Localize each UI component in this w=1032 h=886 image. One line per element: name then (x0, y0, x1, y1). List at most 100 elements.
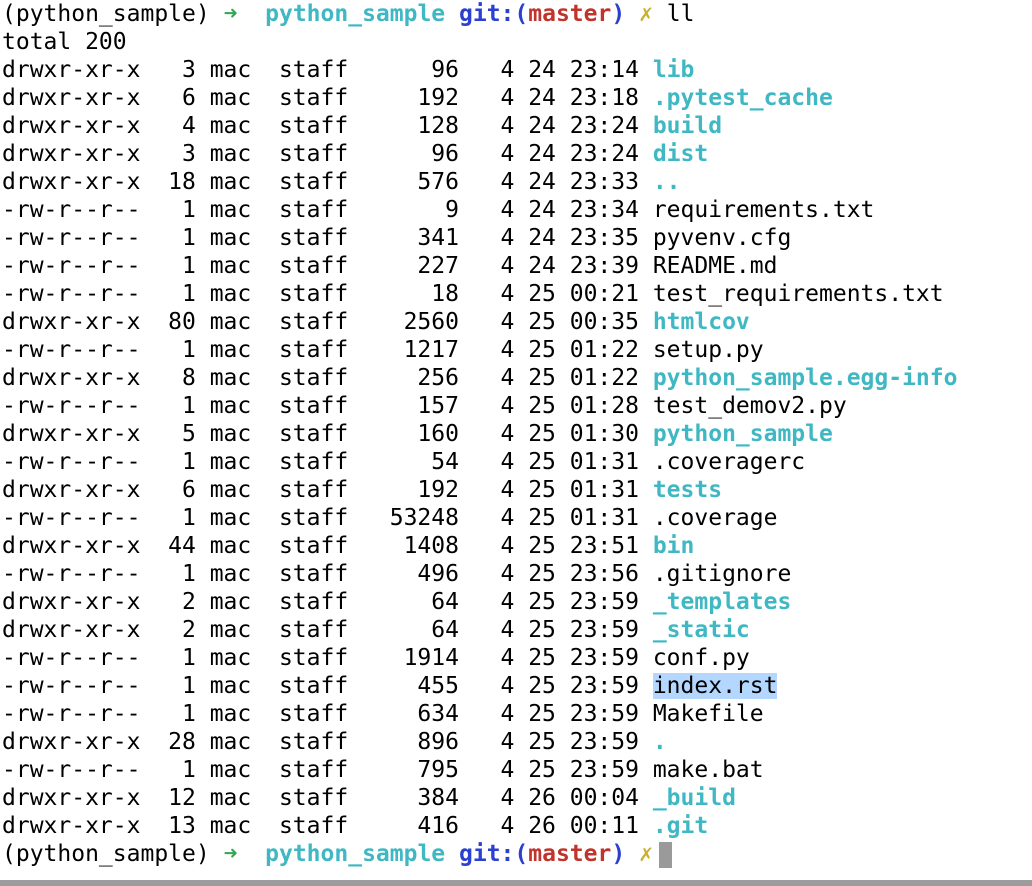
file-name: make.bat (652, 757, 764, 783)
listing-row: drwxr-xr-x 13 mac staff 416 4 26 00:11 .… (2, 812, 1032, 840)
directory-name: python_sample (652, 421, 833, 447)
listing-meta: drwxr-xr-x 6 mac staff 192 4 24 23:18 (2, 85, 653, 111)
listing-meta: drwxr-xr-x 18 mac staff 576 4 24 23:33 (2, 169, 653, 195)
prompt-dirty-icon: ✗ (639, 1, 653, 27)
file-name: index.rst (652, 673, 778, 699)
listing-row: drwxr-xr-x 3 mac staff 96 4 24 23:24 dis… (2, 140, 1032, 168)
directory-name: dist (652, 141, 709, 167)
file-name: test_demov2.py (652, 393, 847, 419)
prompt-git-close: ) (611, 841, 626, 867)
file-name: .coverage (652, 505, 778, 531)
directory-name: . (652, 729, 667, 755)
directory-name: _templates (652, 589, 792, 615)
listing-meta: -rw-r--r-- 1 mac staff 1914 4 25 23:59 (2, 645, 653, 671)
listing-row: drwxr-xr-x 2 mac staff 64 4 25 23:59 _st… (2, 616, 1032, 644)
listing-meta: drwxr-xr-x 8 mac staff 256 4 25 01:22 (2, 365, 653, 391)
listing-row: drwxr-xr-x 4 mac staff 128 4 24 23:24 bu… (2, 112, 1032, 140)
listing-meta: drwxr-xr-x 3 mac staff 96 4 24 23:14 (2, 57, 653, 83)
directory-name: lib (652, 57, 695, 83)
listing-meta: drwxr-xr-x 5 mac staff 160 4 25 01:30 (2, 421, 653, 447)
total-line: total 200 (2, 29, 127, 55)
listing-meta: drwxr-xr-x 3 mac staff 96 4 24 23:24 (2, 141, 653, 167)
listing-row: drwxr-xr-x 6 mac staff 192 4 24 23:18 .p… (2, 84, 1032, 112)
terminal-output[interactable]: (python_sample) ➜ python_sample git:(mas… (2, 0, 1032, 868)
directory-name: python_sample.egg-info (652, 365, 958, 391)
prompt-cwd: (python_sample) (2, 1, 210, 27)
listing-row: -rw-r--r-- 1 mac staff 795 4 25 23:59 ma… (2, 756, 1032, 784)
listing-meta: drwxr-xr-x 13 mac staff 416 4 26 00:11 (2, 813, 653, 839)
listing-row: -rw-r--r-- 1 mac staff 634 4 25 23:59 Ma… (2, 700, 1032, 728)
listing-row: -rw-r--r-- 1 mac staff 455 4 25 23:59 in… (2, 672, 1032, 700)
prompt-arrow-icon: ➜ (223, 841, 238, 867)
listing-row: -rw-r--r-- 1 mac staff 18 4 25 00:21 tes… (2, 280, 1032, 308)
listing-row: drwxr-xr-x 80 mac staff 2560 4 25 00:35 … (2, 308, 1032, 336)
listing-meta: drwxr-xr-x 28 mac staff 896 4 25 23:59 (2, 729, 653, 755)
listing-meta: drwxr-xr-x 6 mac staff 192 4 25 01:31 (2, 477, 653, 503)
file-name: setup.py (652, 337, 764, 363)
listing-meta: -rw-r--r-- 1 mac staff 18 4 25 00:21 (2, 281, 653, 307)
listing-row: drwxr-xr-x 3 mac staff 96 4 24 23:14 lib (2, 56, 1032, 84)
file-name: pyvenv.cfg (652, 225, 792, 251)
prompt-branch: master (528, 841, 612, 867)
listing-meta: -rw-r--r-- 1 mac staff 157 4 25 01:28 (2, 393, 653, 419)
directory-name: .pytest_cache (652, 85, 833, 111)
prompt-branch: master (528, 1, 612, 27)
prompt-git-open: git:( (459, 1, 529, 27)
file-name: README.md (652, 253, 778, 279)
text-cursor[interactable] (658, 841, 672, 868)
listing-row: -rw-r--r-- 1 mac staff 227 4 24 23:39 RE… (2, 252, 1032, 280)
file-name: requirements.txt (652, 197, 875, 223)
listing-meta: drwxr-xr-x 44 mac staff 1408 4 25 23:51 (2, 533, 653, 559)
listing-row: -rw-r--r-- 1 mac staff 54 4 25 01:31 .co… (2, 448, 1032, 476)
listing-meta: -rw-r--r-- 1 mac staff 1217 4 25 01:22 (2, 337, 653, 363)
listing-row: -rw-r--r-- 1 mac staff 53248 4 25 01:31 … (2, 504, 1032, 532)
listing-meta: drwxr-xr-x 2 mac staff 64 4 25 23:59 (2, 617, 653, 643)
listing-meta: drwxr-xr-x 12 mac staff 384 4 26 00:04 (2, 785, 653, 811)
directory-name: htmlcov (652, 309, 750, 335)
listing-row: -rw-r--r-- 1 mac staff 9 4 24 23:34 requ… (2, 196, 1032, 224)
directory-name: tests (652, 477, 723, 503)
listing-meta: -rw-r--r-- 1 mac staff 227 4 24 23:39 (2, 253, 653, 279)
prompt-cwd: (python_sample) (2, 841, 210, 867)
listing-row: -rw-r--r-- 1 mac staff 341 4 24 23:35 py… (2, 224, 1032, 252)
prompt-git-close: ) (611, 1, 626, 27)
file-name: test_requirements.txt (652, 281, 944, 307)
file-listing: drwxr-xr-x 3 mac staff 96 4 24 23:14 lib… (2, 56, 1032, 840)
listing-row: -rw-r--r-- 1 mac staff 1217 4 25 01:22 s… (2, 336, 1032, 364)
file-name: .coveragerc (652, 449, 806, 475)
file-name: .gitignore (652, 561, 792, 587)
directory-name: .git (652, 813, 709, 839)
directory-name: build (652, 113, 723, 139)
directory-name: _static (652, 617, 750, 643)
listing-meta: drwxr-xr-x 4 mac staff 128 4 24 23:24 (2, 113, 653, 139)
prompt-repo: python_sample (265, 1, 446, 27)
listing-meta: -rw-r--r-- 1 mac staff 53248 4 25 01:31 (2, 505, 653, 531)
listing-row: -rw-r--r-- 1 mac staff 1914 4 25 23:59 c… (2, 644, 1032, 672)
directory-name: bin (652, 533, 695, 559)
listing-meta: -rw-r--r-- 1 mac staff 341 4 24 23:35 (2, 225, 653, 251)
prompt-arrow-icon: ➜ (223, 1, 238, 27)
listing-row: drwxr-xr-x 18 mac staff 576 4 24 23:33 .… (2, 168, 1032, 196)
prompt-line-current: (python_sample) ➜ python_sample git:(mas… (2, 840, 1032, 868)
listing-meta: drwxr-xr-x 80 mac staff 2560 4 25 00:35 (2, 309, 653, 335)
listing-row: drwxr-xr-x 12 mac staff 384 4 26 00:04 _… (2, 784, 1032, 812)
listing-meta: -rw-r--r-- 1 mac staff 455 4 25 23:59 (2, 673, 653, 699)
prompt-dirty-icon: ✗ (639, 841, 653, 867)
file-name: conf.py (652, 645, 750, 671)
listing-row: drwxr-xr-x 44 mac staff 1408 4 25 23:51 … (2, 532, 1032, 560)
listing-row: drwxr-xr-x 28 mac staff 896 4 25 23:59 . (2, 728, 1032, 756)
listing-meta: drwxr-xr-x 2 mac staff 64 4 25 23:59 (2, 589, 653, 615)
listing-meta: -rw-r--r-- 1 mac staff 54 4 25 01:31 (2, 449, 653, 475)
listing-meta: -rw-r--r-- 1 mac staff 634 4 25 23:59 (2, 701, 653, 727)
listing-row: -rw-r--r-- 1 mac staff 496 4 25 23:56 .g… (2, 560, 1032, 588)
window-bottom-edge (0, 880, 1032, 886)
listing-row: drwxr-xr-x 6 mac staff 192 4 25 01:31 te… (2, 476, 1032, 504)
listing-meta: -rw-r--r-- 1 mac staff 496 4 25 23:56 (2, 561, 653, 587)
listing-meta: -rw-r--r-- 1 mac staff 795 4 25 23:59 (2, 757, 653, 783)
prompt-git-open: git:( (459, 841, 529, 867)
prompt-repo: python_sample (265, 841, 446, 867)
listing-row: drwxr-xr-x 8 mac staff 256 4 25 01:22 py… (2, 364, 1032, 392)
command-text: ll (666, 1, 695, 27)
prompt-line-command: (python_sample) ➜ python_sample git:(mas… (2, 0, 1032, 28)
directory-name: .. (652, 169, 681, 195)
